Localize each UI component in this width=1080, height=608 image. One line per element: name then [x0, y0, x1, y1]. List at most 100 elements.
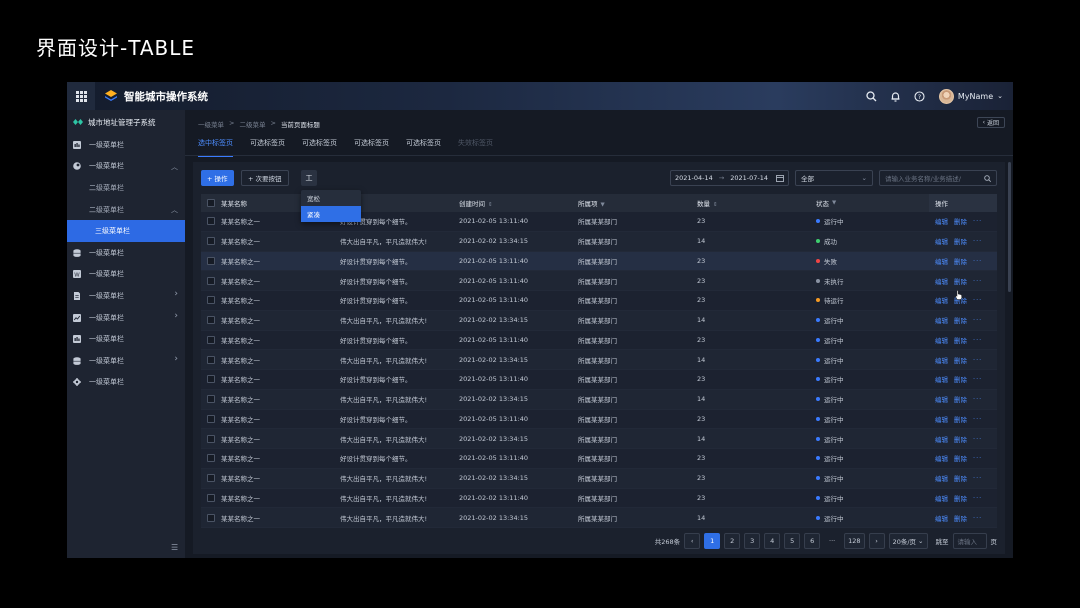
- edit-link[interactable]: 编辑: [935, 493, 948, 503]
- table-row[interactable]: 某某名称之一 伟大出自平凡，平凡造就伟大! 2021-02-02 13:34:15 所…: [201, 508, 997, 528]
- row-checkbox[interactable]: [207, 276, 215, 285]
- row-checkbox[interactable]: [207, 434, 215, 443]
- edit-link[interactable]: 编辑: [935, 315, 948, 325]
- edit-link[interactable]: 编辑: [935, 513, 948, 523]
- table-row[interactable]: 某某名称之一 好设计贯穿到每个细节。 2021-02-05 13:11:40 所属某某…: [201, 251, 997, 272]
- edit-link[interactable]: 编辑: [935, 473, 948, 483]
- table-row[interactable]: 某某名称之一 伟大出自平凡，平凡造就伟大! 2021-02-02 13:34:15 所…: [201, 350, 997, 370]
- sidebar-item-active[interactable]: 三级菜单栏: [67, 220, 185, 242]
- next-page-button[interactable]: ›: [868, 533, 885, 549]
- row-checkbox[interactable]: [207, 395, 215, 404]
- sidebar-item[interactable]: 一级菜单栏: [67, 372, 185, 394]
- search-button[interactable]: [865, 89, 879, 103]
- sort-icon[interactable]: ⇕: [488, 202, 493, 208]
- page-button[interactable]: 5: [784, 533, 801, 549]
- primary-action-button[interactable]: + 操作: [201, 170, 234, 186]
- sidebar-item[interactable]: 一级菜单栏: [67, 134, 185, 156]
- delete-link[interactable]: 删除: [954, 473, 967, 483]
- edit-link[interactable]: 编辑: [935, 256, 948, 266]
- page-button-current[interactable]: 1: [704, 533, 721, 549]
- table-row[interactable]: 某某名称之一 伟大出自平凡，平凡造就伟大! 2021-02-02 13:34:15 所…: [201, 468, 997, 489]
- more-actions-icon[interactable]: ···: [973, 435, 982, 443]
- table-row[interactable]: 某某名称之一 伟大出自平凡，平凡造就伟大! 2021-02-02 13:34:15 所…: [201, 310, 997, 331]
- status-select[interactable]: 全部 ⌄: [795, 170, 873, 186]
- row-checkbox[interactable]: [207, 454, 215, 463]
- tab-normal[interactable]: 可选标签页: [302, 138, 337, 156]
- edit-link[interactable]: 编辑: [935, 434, 948, 444]
- sidebar-item[interactable]: 一级菜单栏: [67, 242, 185, 264]
- table-row[interactable]: 某某名称之一 伟大出自平凡，平凡造就伟大! 2021-02-02 13:34:15 所…: [201, 231, 997, 252]
- more-actions-icon[interactable]: ···: [973, 217, 982, 225]
- delete-link[interactable]: 删除: [954, 394, 967, 404]
- select-all-checkbox[interactable]: [207, 199, 215, 207]
- more-actions-icon[interactable]: ···: [973, 237, 982, 245]
- density-button[interactable]: 工: [301, 170, 317, 186]
- tab-normal[interactable]: 可选标签页: [354, 138, 389, 156]
- more-actions-icon[interactable]: ···: [973, 336, 982, 344]
- more-actions-icon[interactable]: ···: [973, 375, 982, 383]
- delete-link[interactable]: 删除: [954, 335, 967, 345]
- table-row[interactable]: 某某名称之一 好设计贯穿到每个细节。 2021-02-05 13:11:40 所属某某…: [201, 449, 997, 469]
- collapse-sidebar-icon[interactable]: ☰: [171, 543, 178, 552]
- app-grid-button[interactable]: [67, 82, 95, 110]
- more-actions-icon[interactable]: ···: [973, 296, 982, 304]
- row-checkbox[interactable]: [207, 414, 215, 423]
- more-actions-icon[interactable]: ···: [973, 395, 982, 403]
- row-checkbox[interactable]: [207, 474, 215, 483]
- delete-link[interactable]: 删除: [954, 493, 967, 503]
- row-checkbox[interactable]: [207, 375, 215, 384]
- sidebar-subitem[interactable]: 二级菜单栏: [67, 177, 185, 199]
- delete-link[interactable]: 删除: [954, 434, 967, 444]
- delete-link[interactable]: 删除: [954, 315, 967, 325]
- more-actions-icon[interactable]: ···: [973, 316, 982, 324]
- more-actions-icon[interactable]: ···: [973, 257, 982, 265]
- back-button[interactable]: ‹ 返回: [976, 117, 1005, 128]
- row-checkbox[interactable]: [207, 513, 215, 522]
- sidebar-item[interactable]: W 一级菜单栏: [67, 264, 185, 286]
- breadcrumb-level2[interactable]: 二级菜单: [239, 119, 265, 129]
- header-department[interactable]: 所属项 ▼: [578, 198, 697, 208]
- table-scrollbar[interactable]: [1008, 162, 1011, 292]
- prev-page-button[interactable]: ‹: [684, 533, 701, 549]
- sidebar-subitem[interactable]: 二级菜单栏 ︿: [67, 199, 185, 221]
- breadcrumb-level1[interactable]: 一级菜单: [198, 119, 224, 129]
- delete-link[interactable]: 删除: [954, 256, 967, 266]
- edit-link[interactable]: 编辑: [935, 414, 948, 424]
- tab-normal[interactable]: 可选标签页: [250, 138, 285, 156]
- sidebar-item[interactable]: 一级菜单栏 ︿: [67, 156, 185, 178]
- notification-button[interactable]: [889, 89, 903, 103]
- header-created-time[interactable]: 创建时间 ⇕: [459, 198, 578, 208]
- page-button[interactable]: 4: [764, 533, 781, 549]
- more-actions-icon[interactable]: ···: [973, 415, 982, 423]
- edit-link[interactable]: 编辑: [935, 374, 948, 384]
- user-menu[interactable]: MyName ⌄: [938, 88, 1003, 104]
- filter-icon[interactable]: ▼: [601, 202, 605, 208]
- table-row[interactable]: 某某名称之一 好设计贯穿到每个细节。 2021-02-05 13:11:40 所属某某…: [201, 409, 997, 430]
- table-row[interactable]: 某某名称之一 好设计贯穿到每个细节。 2021-02-05 13:11:40 所属某某…: [201, 291, 997, 311]
- page-button[interactable]: 2: [724, 533, 741, 549]
- jump-page-input[interactable]: 请输入: [952, 533, 987, 549]
- row-checkbox[interactable]: [207, 237, 215, 246]
- delete-link[interactable]: 删除: [954, 276, 967, 286]
- header-quantity[interactable]: 数量 ⇕: [697, 198, 816, 208]
- tab-active[interactable]: 选中标签页: [198, 138, 233, 157]
- tab-normal[interactable]: 可选标签页: [406, 138, 441, 156]
- page-button[interactable]: 3: [744, 533, 761, 549]
- edit-link[interactable]: 编辑: [935, 216, 948, 226]
- density-option-compact[interactable]: 紧凑: [301, 206, 361, 222]
- table-row[interactable]: 某某名称之一 伟大出自平凡，平凡造就伟大! 2021-02-02 13:34:15 所…: [201, 389, 997, 410]
- edit-link[interactable]: 编辑: [935, 453, 948, 463]
- edit-link[interactable]: 编辑: [935, 394, 948, 404]
- edit-link[interactable]: 编辑: [935, 236, 948, 246]
- table-row[interactable]: 某某名称之一 好设计贯穿到每个细节。 2021-02-05 13:11:40 所属某某…: [201, 271, 997, 291]
- table-row[interactable]: 某某名称之一 伟大出自平凡，平凡造就伟大! 2021-02-02 13:34:15 所…: [201, 429, 997, 449]
- delete-link[interactable]: 删除: [954, 236, 967, 246]
- row-checkbox[interactable]: [207, 296, 215, 305]
- more-actions-icon[interactable]: ···: [973, 494, 982, 502]
- page-button[interactable]: 6: [804, 533, 821, 549]
- sidebar-item[interactable]: 一级菜单栏 ›: [67, 350, 185, 372]
- row-checkbox[interactable]: [207, 217, 215, 226]
- row-checkbox[interactable]: [207, 335, 215, 344]
- sort-icon[interactable]: ⇕: [713, 202, 718, 208]
- row-checkbox[interactable]: [207, 316, 215, 325]
